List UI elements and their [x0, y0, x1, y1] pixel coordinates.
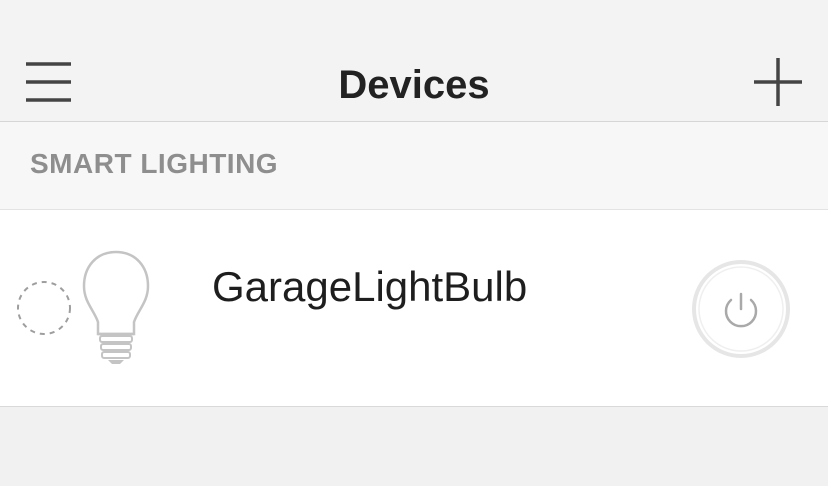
hamburger-menu-icon: [26, 62, 71, 102]
add-device-button[interactable]: [748, 52, 808, 112]
power-icon: [692, 260, 790, 358]
plus-icon: [754, 58, 802, 106]
section-label: SMART LIGHTING: [30, 148, 279, 179]
page-title: Devices: [338, 63, 490, 107]
top-bar: Devices: [0, 0, 828, 122]
dashed-circle-icon: [17, 281, 71, 335]
app-screen: Devices SMART LIGHTING GarageLightBulb: [0, 0, 828, 486]
empty-list-area: [0, 407, 828, 486]
light-bulb-icon: [82, 250, 150, 364]
menu-button[interactable]: [20, 58, 76, 106]
power-toggle-button[interactable]: [690, 258, 792, 360]
